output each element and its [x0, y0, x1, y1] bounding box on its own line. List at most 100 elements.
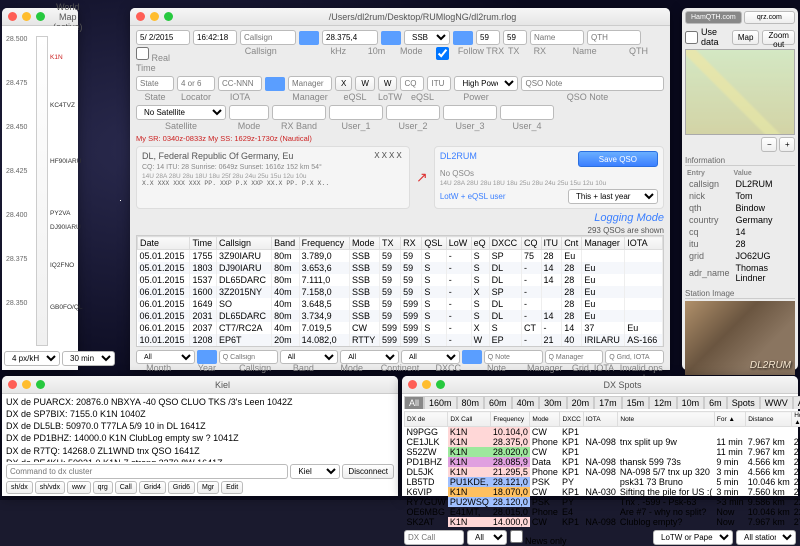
- power-select[interactable]: High Power: [454, 76, 518, 91]
- filt-dd[interactable]: [197, 350, 217, 364]
- kiel-titlebar[interactable]: Kiel: [2, 376, 398, 394]
- main-titlebar[interactable]: /Users/dl2rum/Desktop/RUMlogNG/dl2rum.rl…: [130, 8, 670, 26]
- band-tab[interactable]: 20m: [567, 396, 595, 409]
- px-per-khz-select[interactable]: 4 px/kH: [4, 351, 60, 366]
- zoom-plus-button[interactable]: +: [779, 137, 795, 152]
- table-row[interactable]: 06.01.201516003Z2015NY40m7.158,0SSB5959S…: [138, 286, 663, 298]
- spot-call[interactable]: KC4TVZ: [50, 102, 75, 109]
- table-row[interactable]: 06.01.20151649SO40m3.648,5SSB59599S-SDL-…: [138, 298, 663, 310]
- band-tab[interactable]: 40m: [512, 396, 540, 409]
- dx-spot-row[interactable]: CE1JLKK1N28.375,0PhoneKP1NA-098tnx split…: [405, 437, 800, 447]
- use-data-check[interactable]: [685, 30, 698, 45]
- band-tab[interactable]: 15m: [622, 396, 650, 409]
- dx-band-tabs[interactable]: All160m80m60m40m30m20m17m15m12m10m6mSpot…: [404, 396, 796, 409]
- cluster-output[interactable]: UX de PUARCX: 20876.0 NBXYA -40 QSO CLUO…: [6, 396, 394, 462]
- dx-titlebar[interactable]: DX Spots: [402, 376, 798, 394]
- band-tab[interactable]: 160m: [424, 396, 457, 409]
- close-icon[interactable]: [136, 12, 145, 21]
- qso-note-input[interactable]: [521, 76, 664, 91]
- locator-input[interactable]: [177, 76, 215, 91]
- spot-call[interactable]: DJ90IARU: [50, 224, 81, 231]
- follow-trx-check[interactable]: [436, 46, 449, 61]
- band-tab[interactable]: 80m: [457, 396, 485, 409]
- dx-spot-row[interactable]: K6VIPK1N18.070,0CWKP1NA-030Sifting the p…: [405, 487, 800, 497]
- table-row[interactable]: 10.01.20151208EP6T20m14.082,0RTTY599599S…: [138, 334, 663, 346]
- band-tab[interactable]: Spots: [727, 396, 760, 409]
- mode-select[interactable]: SSB: [404, 30, 450, 45]
- table-row[interactable]: 05.01.20151803DJ90IARU80m3.653,6SSB5959S…: [138, 262, 663, 274]
- user3-input[interactable]: [443, 105, 497, 120]
- log-table[interactable]: DateTimeCallsignBandFrequencyModeTXRXQSL…: [137, 236, 663, 347]
- dx-spot-row[interactable]: LB5TDPU1KDE,28.121,0PSKPYpsk31 73 Bruno5…: [405, 477, 800, 487]
- band-tab[interactable]: WWV: [760, 396, 793, 409]
- disconnect-button[interactable]: Disconnect: [342, 464, 394, 479]
- zoom-out-button[interactable]: Zoom out: [762, 30, 795, 45]
- band-tab[interactable]: 10m: [677, 396, 705, 409]
- save-qso-button[interactable]: Save QSO: [578, 151, 658, 167]
- cluster-cmd-button[interactable]: Call: [115, 481, 137, 494]
- period-select[interactable]: This + last year: [568, 189, 658, 204]
- table-row[interactable]: 05.01.201517553Z90IARU80m3.789,0SSB5959S…: [138, 250, 663, 263]
- user4-input[interactable]: [500, 105, 554, 120]
- itu-input[interactable]: [427, 76, 451, 91]
- user2-input[interactable]: [386, 105, 440, 120]
- qth-input[interactable]: [587, 30, 641, 45]
- stations-select[interactable]: All stations: [736, 530, 796, 545]
- zoom-icon[interactable]: [36, 12, 45, 21]
- dx-spot-row[interactable]: OE6MBGE41MT,28.015,0PhoneE4Are #7 - why …: [405, 507, 800, 517]
- spot-call[interactable]: K1N: [50, 54, 63, 61]
- rx-band-input[interactable]: [272, 105, 326, 120]
- minimize-icon[interactable]: [422, 380, 431, 389]
- w2-button[interactable]: W: [378, 76, 398, 91]
- cluster-cmd-button[interactable]: Grid4: [139, 481, 166, 494]
- table-row[interactable]: 06.01.20152031DL65DARC80m3.734,9SSB59599…: [138, 310, 663, 322]
- table-row[interactable]: 31.01.20151518JW9JKA20m14.202,0SSB5959S-…: [138, 346, 663, 347]
- dx-spot-row[interactable]: N9PGGK1N10.104,0CWKP1: [405, 427, 800, 438]
- freq-dropdown[interactable]: [381, 31, 401, 45]
- rst-rx-input[interactable]: [503, 30, 527, 45]
- cluster-node-select[interactable]: Kiel: [290, 464, 340, 479]
- dx-spot-row[interactable]: SK2ATK1N14.000,0CWKP1NA-098Clublog empty…: [405, 517, 800, 527]
- callsign-dropdown[interactable]: [299, 31, 319, 45]
- spot-call[interactable]: IQ2FNO: [50, 262, 74, 269]
- dx-spots-table[interactable]: DX deDX CallFrequencyModeDXCCIOTANoteFor…: [404, 411, 800, 527]
- satellite-select[interactable]: No Satellite: [136, 105, 226, 120]
- news-only-check[interactable]: [510, 529, 523, 544]
- map-view[interactable]: [685, 49, 795, 135]
- band-tab[interactable]: Ann: [793, 396, 800, 409]
- cluster-cmd-button[interactable]: Edit: [221, 481, 243, 494]
- cluster-cmd-button[interactable]: Mgr: [197, 481, 219, 494]
- filt-band[interactable]: All: [280, 350, 339, 364]
- filt-all[interactable]: All: [136, 350, 195, 364]
- map-button[interactable]: Map: [732, 30, 760, 45]
- close-icon[interactable]: [8, 380, 17, 389]
- band-strip[interactable]: [36, 36, 48, 346]
- spot-call[interactable]: HF90IARU: [50, 158, 81, 165]
- state-input[interactable]: [136, 76, 174, 91]
- realtime-check[interactable]: [136, 46, 149, 61]
- rst-tx-input[interactable]: [476, 30, 500, 45]
- filt-mode[interactable]: All: [340, 350, 399, 364]
- dx-spot-row[interactable]: DL5JKK1N21.295,5PhoneKP1NA-098NA-098 5/7…: [405, 467, 800, 477]
- user1-input[interactable]: [329, 105, 383, 120]
- cluster-cmd-button[interactable]: Grid6: [168, 481, 195, 494]
- close-icon[interactable]: [8, 12, 17, 21]
- band-tab[interactable]: 12m: [649, 396, 677, 409]
- cluster-cmd-button[interactable]: wwv: [67, 481, 91, 494]
- band-tab[interactable]: 60m: [484, 396, 512, 409]
- band-tab[interactable]: 30m: [539, 396, 567, 409]
- filt-note[interactable]: [484, 350, 543, 364]
- filt-dxcc[interactable]: All: [401, 350, 460, 364]
- cluster-cmd-button[interactable]: qrg: [93, 481, 113, 494]
- minimize-icon[interactable]: [150, 12, 159, 21]
- table-row[interactable]: 05.01.20151537DL65DARC80m7.111,0SSB5959S…: [138, 274, 663, 286]
- zoom-icon[interactable]: [36, 380, 45, 389]
- dx-call-filter[interactable]: [404, 530, 464, 545]
- filt-mgr[interactable]: [545, 350, 604, 364]
- wmap-titlebar[interactable]: World Map (active): [2, 8, 78, 26]
- zoom-minus-button[interactable]: −: [761, 137, 777, 152]
- qrz-button[interactable]: qrz.com: [744, 11, 795, 24]
- table-row[interactable]: 06.01.20152037CT7/RC2A40m7.019,5CW599599…: [138, 322, 663, 334]
- lotw-select[interactable]: LoTW or Paper: [653, 530, 733, 545]
- cluster-cmd-button[interactable]: sh/vdx: [35, 481, 65, 494]
